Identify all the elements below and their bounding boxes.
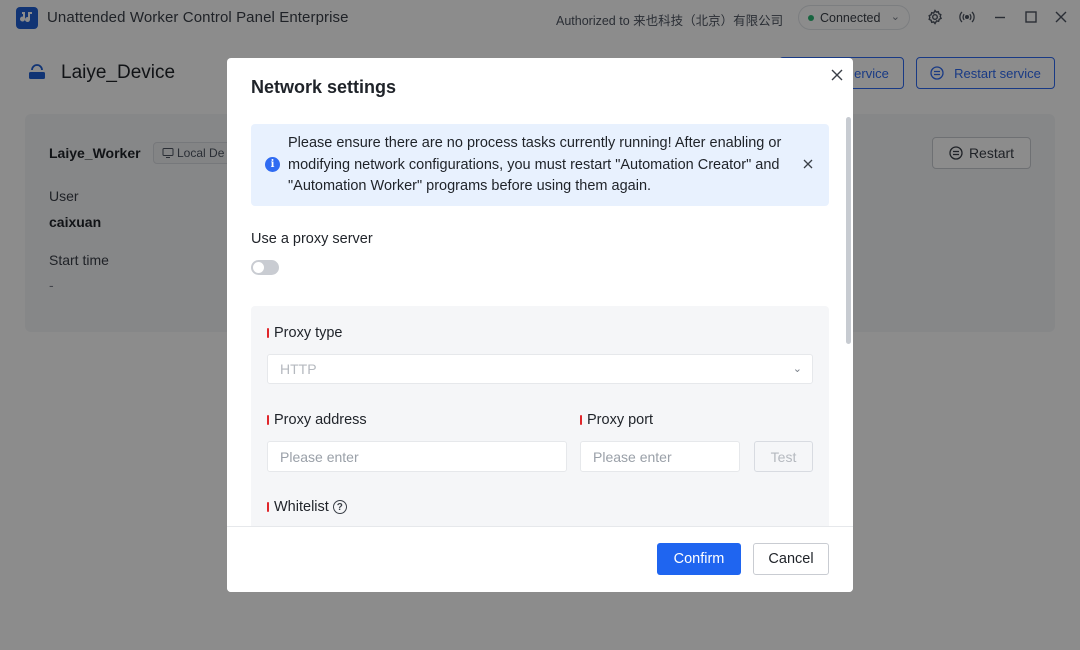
warning-alert: i Please ensure there are no process tas… <box>251 124 829 206</box>
proxy-toggle[interactable] <box>251 260 279 275</box>
network-settings-modal: Network settings i Please ensure there a… <box>227 58 853 592</box>
required-mark <box>267 328 269 338</box>
whitelist-label-text: Whitelist <box>274 499 329 515</box>
proxy-port-label-text: Proxy port <box>587 412 654 428</box>
whitelist-label: Whitelist ? <box>267 499 347 515</box>
required-mark <box>580 415 582 425</box>
confirm-button[interactable]: Confirm <box>657 543 741 575</box>
proxy-type-value: HTTP <box>280 361 317 377</box>
info-icon: i <box>265 157 280 172</box>
proxy-address-input[interactable] <box>267 441 567 472</box>
proxy-port-label: Proxy port <box>580 412 653 428</box>
proxy-address-label-text: Proxy address <box>274 412 367 428</box>
required-mark <box>267 415 269 425</box>
scrollbar-thumb[interactable] <box>846 117 851 344</box>
modal-title: Network settings <box>251 77 397 97</box>
proxy-port-input[interactable] <box>580 441 740 472</box>
modal-scrollbar[interactable] <box>845 113 853 526</box>
test-button[interactable]: Test <box>754 441 813 472</box>
cancel-button[interactable]: Cancel <box>753 543 829 575</box>
chevron-down-icon: ⌄ <box>792 363 802 375</box>
proxy-type-label: Proxy type <box>267 325 343 341</box>
proxy-address-label: Proxy address <box>267 412 367 428</box>
close-icon[interactable] <box>828 66 846 84</box>
modal-footer: Confirm Cancel <box>227 526 853 592</box>
proxy-settings-panel: Proxy type HTTP ⌄ Proxy address Proxy po… <box>251 306 829 536</box>
toggle-knob <box>253 262 264 273</box>
proxy-type-label-text: Proxy type <box>274 325 343 341</box>
alert-text: Please ensure there are no process tasks… <box>288 135 782 194</box>
required-mark <box>267 502 269 512</box>
proxy-toggle-label: Use a proxy server <box>251 231 373 247</box>
help-icon[interactable]: ? <box>332 500 347 514</box>
proxy-type-select[interactable]: HTTP ⌄ <box>267 354 813 384</box>
alert-close-icon[interactable] <box>801 157 815 171</box>
